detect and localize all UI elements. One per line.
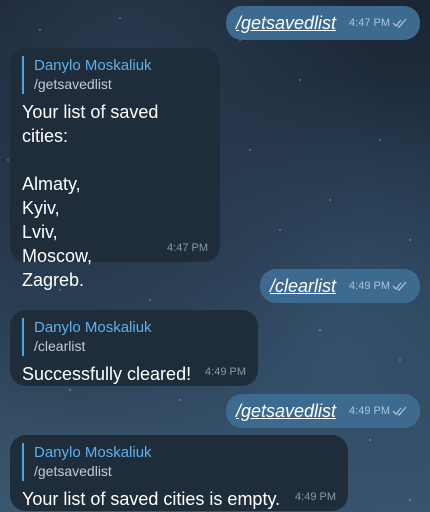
- message-time: 4:49 PM: [349, 280, 408, 292]
- city-item: Kyiv,: [22, 198, 60, 218]
- double-check-icon: [392, 18, 407, 29]
- message-body: Your list of saved cities is empty.: [22, 489, 281, 509]
- reply-text: /getsavedlist: [34, 463, 112, 479]
- reply-author: Danylo Moskaliuk: [34, 444, 152, 461]
- reply-quote[interactable]: Danylo Moskaliuk /clearlist: [22, 318, 246, 356]
- incoming-message[interactable]: Danylo Moskaliuk /clearlist Successfully…: [10, 310, 258, 386]
- message-time: 4:49 PM: [349, 405, 408, 417]
- reply-quote[interactable]: Danylo Moskaliuk /getsavedlist: [22, 443, 336, 481]
- command-link[interactable]: /getsavedlist: [236, 13, 336, 34]
- double-check-icon: [392, 281, 407, 292]
- incoming-message[interactable]: Danylo Moskaliuk /getsavedlist Your list…: [10, 435, 348, 511]
- city-item: Almaty,: [22, 174, 81, 194]
- city-item: Lviv,: [22, 222, 58, 242]
- reply-text: /clearlist: [34, 338, 86, 354]
- reply-author: Danylo Moskaliuk: [34, 319, 152, 336]
- incoming-message[interactable]: Danylo Moskaliuk /getsavedlist Your list…: [10, 48, 220, 290]
- command-link[interactable]: /getsavedlist: [236, 401, 336, 422]
- message-time: 4:49 PM: [205, 366, 246, 378]
- reply-quote[interactable]: Danylo Moskaliuk /getsavedlist: [22, 56, 208, 94]
- message-time: 4:47 PM: [349, 17, 408, 29]
- double-check-icon: [392, 406, 407, 417]
- reply-text: /getsavedlist: [34, 76, 112, 92]
- city-item: Zagreb.: [22, 270, 85, 290]
- message-time: 4:49 PM: [295, 491, 336, 503]
- outgoing-message[interactable]: /clearlist 4:49 PM: [260, 269, 420, 303]
- reply-author: Danylo Moskaliuk: [34, 57, 152, 74]
- message-time: 4:47 PM: [167, 242, 208, 254]
- message-body: Your list of saved cities: Almaty, Kyiv,…: [22, 100, 208, 292]
- outgoing-message[interactable]: /getsavedlist 4:47 PM: [226, 6, 420, 40]
- message-line: Your list of saved cities:: [22, 102, 159, 146]
- outgoing-message[interactable]: /getsavedlist 4:49 PM: [226, 394, 420, 428]
- command-link[interactable]: /clearlist: [270, 276, 336, 297]
